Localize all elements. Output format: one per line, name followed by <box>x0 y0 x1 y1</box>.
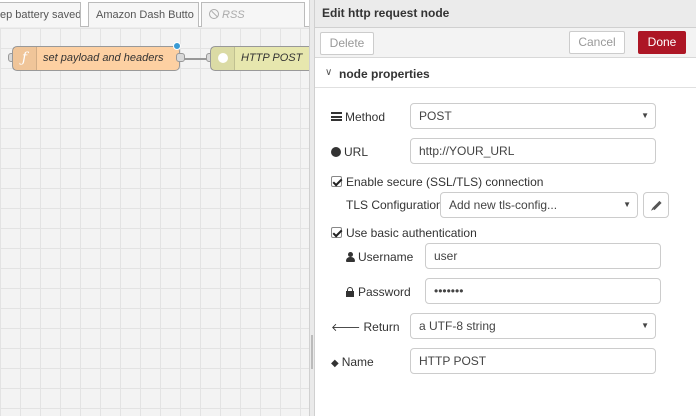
user-icon <box>346 252 355 262</box>
tray-header: Edit http request node <box>315 0 696 28</box>
section-title: node properties <box>339 67 430 81</box>
tls-enable-label: Enable secure (SSL/TLS) connection <box>346 175 544 189</box>
basic-auth-row[interactable]: Use basic authentication <box>331 226 477 240</box>
lock-icon <box>346 287 354 297</box>
node-label: HTTP POST <box>241 52 303 64</box>
username-input[interactable]: user <box>425 243 661 269</box>
username-value: user <box>434 249 458 263</box>
return-label-text: Return <box>363 320 400 334</box>
password-value: ••••••• <box>434 284 464 298</box>
arrow-left-icon: 🡐 <box>331 321 361 334</box>
edit-tls-config-button[interactable] <box>643 192 669 218</box>
password-label-text: Password <box>358 285 411 299</box>
workspace-tab-bar: ep battery saved Amazon Dash Butto RSS <box>0 0 309 27</box>
tray-toolbar: Delete Cancel Done <box>315 28 696 58</box>
tls-config-label: TLS Configuration <box>346 198 443 212</box>
password-label: Password <box>346 285 411 299</box>
tag-icon: ◆ <box>331 358 339 369</box>
http-request-node[interactable]: HTTP POST <box>210 46 309 71</box>
tls-config-select[interactable]: Add new tls-config... ▼ <box>440 192 638 218</box>
pencil-icon <box>652 200 662 211</box>
tab-battery-saved[interactable]: ep battery saved <box>0 2 81 27</box>
chevron-down-icon: ∨ <box>325 67 333 78</box>
method-value: POST <box>419 109 452 123</box>
basic-auth-label: Use basic authentication <box>346 226 477 240</box>
cancel-button[interactable]: Cancel <box>569 31 625 54</box>
function-icon: ƒ <box>13 47 37 70</box>
globe-icon <box>211 47 235 70</box>
basic-auth-checkbox[interactable] <box>331 227 342 238</box>
disabled-icon <box>209 9 219 19</box>
node-changed-indicator <box>173 42 181 50</box>
method-label: Method <box>331 110 385 124</box>
list-icon <box>331 112 342 121</box>
method-label-text: Method <box>345 110 386 124</box>
edit-tray: Edit http request node Delete Cancel Don… <box>315 0 696 416</box>
url-value: http://YOUR_URL <box>419 144 515 158</box>
caret-down-icon: ▼ <box>641 111 649 120</box>
tls-enable-checkbox[interactable] <box>331 176 342 187</box>
globe-icon <box>331 147 341 157</box>
tab-rss[interactable]: RSS <box>201 2 305 27</box>
name-input[interactable]: HTTP POST <box>410 348 656 374</box>
password-input[interactable]: ••••••• <box>425 278 661 304</box>
delete-button[interactable]: Delete <box>320 32 374 55</box>
tray-title: Edit http request node <box>322 6 450 20</box>
function-node[interactable]: ƒ set payload and headers <box>12 46 180 71</box>
node-label: set payload and headers <box>43 52 164 64</box>
return-select[interactable]: a UTF-8 string ▼ <box>410 313 656 339</box>
url-input[interactable]: http://YOUR_URL <box>410 138 656 164</box>
tls-enable-row[interactable]: Enable secure (SSL/TLS) connection <box>331 175 543 189</box>
tab-label: Amazon Dash Butto <box>96 9 194 21</box>
tls-config-value: Add new tls-config... <box>449 198 558 212</box>
workspace: ep battery saved Amazon Dash Butto RSS ƒ… <box>0 0 309 416</box>
tab-label: ep battery saved <box>0 9 81 21</box>
node-properties-header[interactable]: ∨ node properties <box>315 60 696 88</box>
name-label-text: Name <box>341 355 374 369</box>
flow-canvas[interactable] <box>0 28 309 416</box>
username-label-text: Username <box>358 250 414 264</box>
name-value: HTTP POST <box>419 354 487 368</box>
done-button[interactable]: Done <box>638 31 686 54</box>
username-label: Username <box>346 250 413 264</box>
tab-label: RSS <box>222 9 245 21</box>
return-value: a UTF-8 string <box>419 319 496 333</box>
url-label-text: URL <box>344 145 369 159</box>
return-label: 🡐 Return <box>331 320 400 334</box>
name-label: ◆ Name <box>331 355 374 369</box>
method-select[interactable]: POST ▼ <box>410 103 656 129</box>
url-label: URL <box>331 145 368 159</box>
tab-amazon-dash-button[interactable]: Amazon Dash Butto <box>88 2 199 27</box>
splitter-grip[interactable] <box>311 335 313 369</box>
caret-down-icon: ▼ <box>623 200 631 209</box>
caret-down-icon: ▼ <box>641 321 649 330</box>
